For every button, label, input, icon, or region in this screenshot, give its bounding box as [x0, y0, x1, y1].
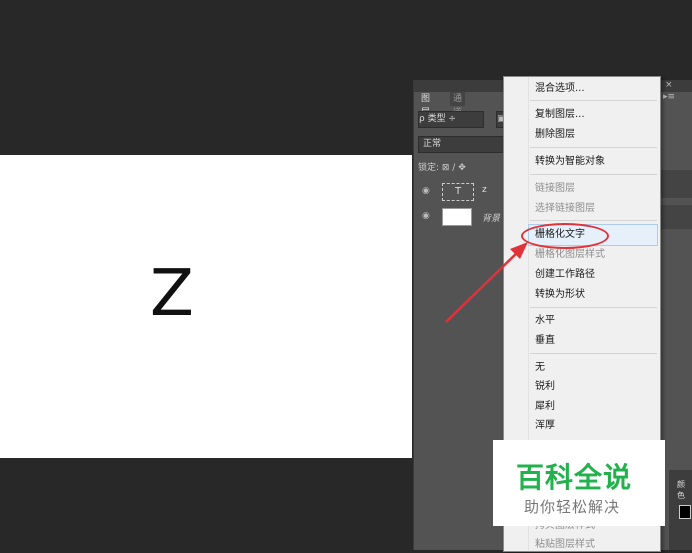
- menu-separator: [530, 174, 657, 175]
- lock-controls[interactable]: 锁定: ⊠ ∕ ✥: [418, 160, 466, 173]
- text-layer-thumbnail: T: [442, 183, 474, 201]
- menu-item-antialias-strong[interactable]: 浑厚: [535, 418, 555, 434]
- menu-item-duplicate-layer[interactable]: 复制图层...: [535, 107, 585, 123]
- menu-item-rasterize-layer-style[interactable]: 栅格化图层样式: [535, 247, 605, 263]
- menu-item-create-work-path[interactable]: 创建工作路径: [535, 267, 595, 283]
- menu-separator: [530, 353, 657, 354]
- panel-menu-icon[interactable]: ▸≡: [663, 92, 675, 102]
- layer-filter-select[interactable]: ρ 类型 ÷: [418, 111, 484, 128]
- tab-channels[interactable]: 通道: [450, 92, 466, 118]
- layer-name: 背景: [482, 214, 501, 224]
- watermark-title: 百科全说: [516, 461, 633, 494]
- blend-mode-select[interactable]: 正常: [418, 136, 510, 153]
- menu-item-convert-smart-object[interactable]: 转换为智能对象: [535, 154, 605, 170]
- menu-item-blending-options[interactable]: 混合选项...: [535, 81, 585, 97]
- document-canvas[interactable]: [0, 155, 412, 458]
- foreground-color-swatch[interactable]: [679, 505, 691, 519]
- menu-separator: [530, 100, 657, 101]
- eye-icon[interactable]: ◉: [422, 186, 430, 196]
- menu-item-antialias-crisp[interactable]: 犀利: [535, 399, 555, 415]
- menu-item-antialias-none[interactable]: 无: [535, 360, 545, 376]
- menu-separator: [530, 220, 657, 221]
- menu-item-antialias-sharp[interactable]: 锐利: [535, 379, 555, 395]
- menu-separator: [530, 147, 657, 148]
- menu-item-link-layers[interactable]: 链接图层: [535, 181, 575, 197]
- background-thumbnail: [442, 208, 472, 226]
- canvas-text-z: Z: [150, 257, 194, 331]
- annotation-arrow: [445, 242, 528, 323]
- tab-layers[interactable]: 图层: [418, 92, 434, 118]
- menu-separator: [530, 307, 657, 308]
- eye-icon[interactable]: ◉: [422, 211, 430, 221]
- layer-name: z: [482, 185, 487, 195]
- panel-strip: [660, 205, 692, 229]
- close-icon[interactable]: ×: [665, 80, 673, 90]
- panel-strip: [660, 170, 692, 198]
- menu-item-delete-layer[interactable]: 删除图层: [535, 127, 575, 143]
- menu-item-convert-to-shape[interactable]: 转换为形状: [535, 287, 585, 303]
- watermark-subtitle: 助你轻松解决: [524, 498, 621, 516]
- layer-row-text[interactable]: ◉ T z: [414, 181, 504, 202]
- layer-row-background[interactable]: ◉ 背景: [414, 206, 504, 227]
- menu-item-vertical[interactable]: 垂直: [535, 333, 555, 349]
- menu-item-paste-layer-style[interactable]: 粘贴图层样式: [535, 537, 595, 553]
- menu-item-select-linked[interactable]: 选择链接图层: [535, 201, 595, 217]
- color-panel-label: 颜色: [677, 480, 685, 500]
